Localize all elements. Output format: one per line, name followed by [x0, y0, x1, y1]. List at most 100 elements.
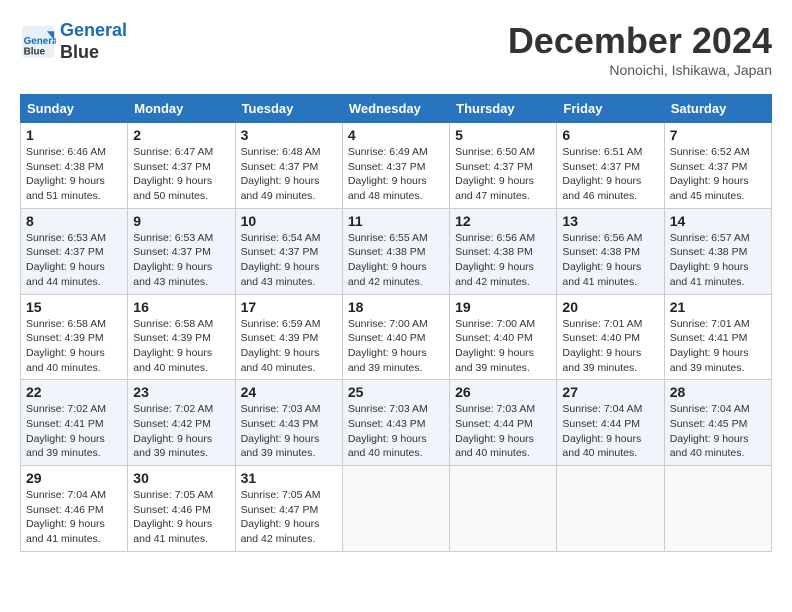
day-number: 8	[26, 213, 122, 229]
day-info: Sunrise: 7:05 AMSunset: 4:46 PMDaylight:…	[133, 488, 229, 547]
header-thursday: Thursday	[450, 95, 557, 123]
day-info: Sunrise: 7:00 AMSunset: 4:40 PMDaylight:…	[455, 317, 551, 376]
calendar-cell: 8 Sunrise: 6:53 AMSunset: 4:37 PMDayligh…	[21, 208, 128, 294]
day-info: Sunrise: 7:00 AMSunset: 4:40 PMDaylight:…	[348, 317, 444, 376]
calendar-cell: 7 Sunrise: 6:52 AMSunset: 4:37 PMDayligh…	[664, 123, 771, 209]
calendar-cell: 10 Sunrise: 6:54 AMSunset: 4:37 PMDaylig…	[235, 208, 342, 294]
logo: General Blue General Blue	[20, 20, 127, 63]
day-info: Sunrise: 7:02 AMSunset: 4:41 PMDaylight:…	[26, 402, 122, 461]
day-info: Sunrise: 6:50 AMSunset: 4:37 PMDaylight:…	[455, 145, 551, 204]
day-info: Sunrise: 6:56 AMSunset: 4:38 PMDaylight:…	[455, 231, 551, 290]
calendar-cell	[342, 466, 449, 552]
calendar-cell: 24 Sunrise: 7:03 AMSunset: 4:43 PMDaylig…	[235, 380, 342, 466]
day-number: 12	[455, 213, 551, 229]
day-info: Sunrise: 7:03 AMSunset: 4:43 PMDaylight:…	[348, 402, 444, 461]
day-number: 16	[133, 299, 229, 315]
day-number: 5	[455, 127, 551, 143]
day-info: Sunrise: 7:01 AMSunset: 4:41 PMDaylight:…	[670, 317, 766, 376]
svg-text:Blue: Blue	[24, 46, 46, 57]
calendar-header-row: Sunday Monday Tuesday Wednesday Thursday…	[21, 95, 772, 123]
month-title: December 2024	[508, 20, 772, 62]
header-friday: Friday	[557, 95, 664, 123]
day-number: 10	[241, 213, 337, 229]
logo-general: General	[60, 20, 127, 40]
day-info: Sunrise: 6:52 AMSunset: 4:37 PMDaylight:…	[670, 145, 766, 204]
day-info: Sunrise: 7:03 AMSunset: 4:43 PMDaylight:…	[241, 402, 337, 461]
calendar-cell: 31 Sunrise: 7:05 AMSunset: 4:47 PMDaylig…	[235, 466, 342, 552]
day-number: 1	[26, 127, 122, 143]
calendar-cell: 3 Sunrise: 6:48 AMSunset: 4:37 PMDayligh…	[235, 123, 342, 209]
day-info: Sunrise: 6:47 AMSunset: 4:37 PMDaylight:…	[133, 145, 229, 204]
calendar-cell	[664, 466, 771, 552]
day-number: 23	[133, 384, 229, 400]
day-info: Sunrise: 7:05 AMSunset: 4:47 PMDaylight:…	[241, 488, 337, 547]
day-number: 4	[348, 127, 444, 143]
header-tuesday: Tuesday	[235, 95, 342, 123]
header-saturday: Saturday	[664, 95, 771, 123]
calendar-cell: 4 Sunrise: 6:49 AMSunset: 4:37 PMDayligh…	[342, 123, 449, 209]
day-number: 11	[348, 213, 444, 229]
calendar-week-row: 22 Sunrise: 7:02 AMSunset: 4:41 PMDaylig…	[21, 380, 772, 466]
calendar-cell: 23 Sunrise: 7:02 AMSunset: 4:42 PMDaylig…	[128, 380, 235, 466]
day-info: Sunrise: 6:55 AMSunset: 4:38 PMDaylight:…	[348, 231, 444, 290]
day-info: Sunrise: 7:01 AMSunset: 4:40 PMDaylight:…	[562, 317, 658, 376]
day-number: 26	[455, 384, 551, 400]
svg-text:General: General	[24, 35, 56, 46]
day-number: 21	[670, 299, 766, 315]
header-wednesday: Wednesday	[342, 95, 449, 123]
day-number: 29	[26, 470, 122, 486]
day-number: 28	[670, 384, 766, 400]
day-info: Sunrise: 6:46 AMSunset: 4:38 PMDaylight:…	[26, 145, 122, 204]
calendar-cell: 6 Sunrise: 6:51 AMSunset: 4:37 PMDayligh…	[557, 123, 664, 209]
calendar-cell: 1 Sunrise: 6:46 AMSunset: 4:38 PMDayligh…	[21, 123, 128, 209]
calendar-week-row: 29 Sunrise: 7:04 AMSunset: 4:46 PMDaylig…	[21, 466, 772, 552]
calendar-cell	[557, 466, 664, 552]
calendar-cell: 2 Sunrise: 6:47 AMSunset: 4:37 PMDayligh…	[128, 123, 235, 209]
day-number: 25	[348, 384, 444, 400]
day-info: Sunrise: 6:56 AMSunset: 4:38 PMDaylight:…	[562, 231, 658, 290]
calendar-cell: 17 Sunrise: 6:59 AMSunset: 4:39 PMDaylig…	[235, 294, 342, 380]
calendar-week-row: 8 Sunrise: 6:53 AMSunset: 4:37 PMDayligh…	[21, 208, 772, 294]
calendar-cell: 11 Sunrise: 6:55 AMSunset: 4:38 PMDaylig…	[342, 208, 449, 294]
day-number: 14	[670, 213, 766, 229]
calendar-cell: 18 Sunrise: 7:00 AMSunset: 4:40 PMDaylig…	[342, 294, 449, 380]
day-number: 13	[562, 213, 658, 229]
title-block: December 2024 Nonoichi, Ishikawa, Japan	[508, 20, 772, 78]
day-info: Sunrise: 6:49 AMSunset: 4:37 PMDaylight:…	[348, 145, 444, 204]
day-info: Sunrise: 7:04 AMSunset: 4:45 PMDaylight:…	[670, 402, 766, 461]
logo-blue: Blue	[60, 42, 99, 62]
calendar-cell: 25 Sunrise: 7:03 AMSunset: 4:43 PMDaylig…	[342, 380, 449, 466]
calendar-cell	[450, 466, 557, 552]
calendar-cell: 5 Sunrise: 6:50 AMSunset: 4:37 PMDayligh…	[450, 123, 557, 209]
calendar-cell: 29 Sunrise: 7:04 AMSunset: 4:46 PMDaylig…	[21, 466, 128, 552]
day-info: Sunrise: 6:59 AMSunset: 4:39 PMDaylight:…	[241, 317, 337, 376]
page-header: General Blue General Blue December 2024 …	[20, 20, 772, 78]
day-number: 3	[241, 127, 337, 143]
day-number: 24	[241, 384, 337, 400]
day-info: Sunrise: 6:51 AMSunset: 4:37 PMDaylight:…	[562, 145, 658, 204]
header-sunday: Sunday	[21, 95, 128, 123]
day-info: Sunrise: 7:02 AMSunset: 4:42 PMDaylight:…	[133, 402, 229, 461]
calendar-cell: 12 Sunrise: 6:56 AMSunset: 4:38 PMDaylig…	[450, 208, 557, 294]
day-info: Sunrise: 6:57 AMSunset: 4:38 PMDaylight:…	[670, 231, 766, 290]
day-number: 9	[133, 213, 229, 229]
calendar-table: Sunday Monday Tuesday Wednesday Thursday…	[20, 94, 772, 552]
calendar-cell: 16 Sunrise: 6:58 AMSunset: 4:39 PMDaylig…	[128, 294, 235, 380]
header-monday: Monday	[128, 95, 235, 123]
calendar-cell: 21 Sunrise: 7:01 AMSunset: 4:41 PMDaylig…	[664, 294, 771, 380]
day-number: 7	[670, 127, 766, 143]
calendar-cell: 28 Sunrise: 7:04 AMSunset: 4:45 PMDaylig…	[664, 380, 771, 466]
day-number: 2	[133, 127, 229, 143]
calendar-week-row: 1 Sunrise: 6:46 AMSunset: 4:38 PMDayligh…	[21, 123, 772, 209]
calendar-cell: 13 Sunrise: 6:56 AMSunset: 4:38 PMDaylig…	[557, 208, 664, 294]
logo-icon: General Blue	[20, 24, 56, 60]
day-number: 22	[26, 384, 122, 400]
day-info: Sunrise: 6:48 AMSunset: 4:37 PMDaylight:…	[241, 145, 337, 204]
location: Nonoichi, Ishikawa, Japan	[508, 62, 772, 78]
day-info: Sunrise: 6:54 AMSunset: 4:37 PMDaylight:…	[241, 231, 337, 290]
day-info: Sunrise: 7:04 AMSunset: 4:46 PMDaylight:…	[26, 488, 122, 547]
day-info: Sunrise: 7:03 AMSunset: 4:44 PMDaylight:…	[455, 402, 551, 461]
calendar-cell: 30 Sunrise: 7:05 AMSunset: 4:46 PMDaylig…	[128, 466, 235, 552]
calendar-cell: 14 Sunrise: 6:57 AMSunset: 4:38 PMDaylig…	[664, 208, 771, 294]
calendar-cell: 9 Sunrise: 6:53 AMSunset: 4:37 PMDayligh…	[128, 208, 235, 294]
